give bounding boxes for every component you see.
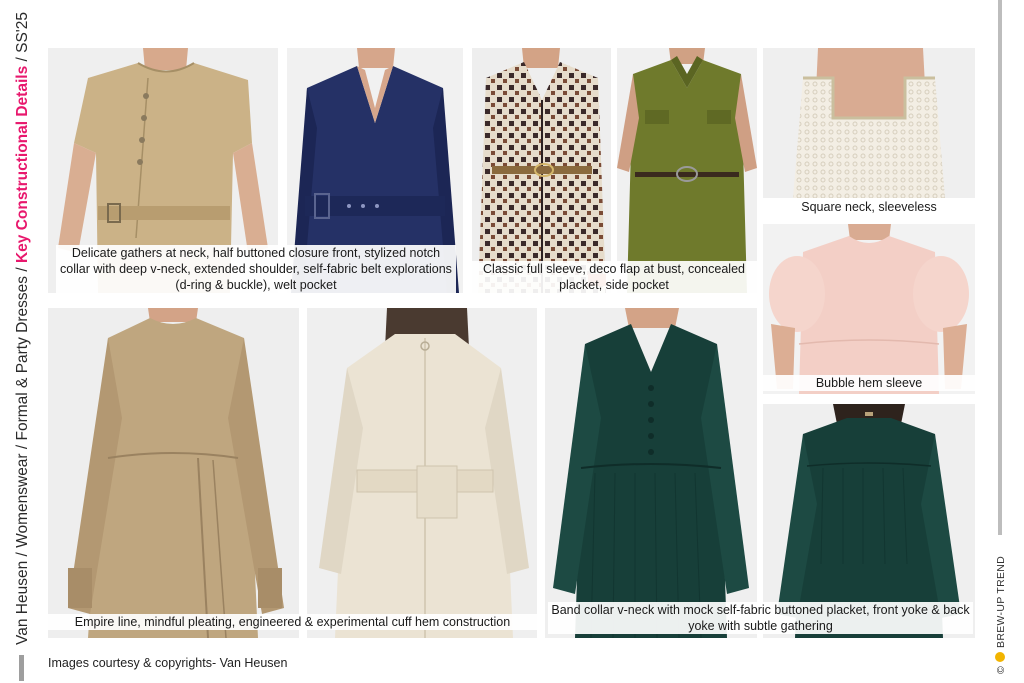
photo-olive-shirt-dress [617,48,757,293]
brand-name: BREW-UP TREND [995,555,1007,648]
title-season: / SS'25 [14,12,31,66]
brand-mark: © BREW-UP TREND [991,540,1011,674]
photo-print-shirt-dress [472,48,611,293]
photo-cream-back-view [307,308,537,638]
caption-empire-line: Empire line, mindful pleating, engineere… [48,614,537,630]
title-path: Van Heusen / Womenswear / Formal & Party… [14,263,31,645]
right-divider [998,0,1002,535]
photo-khaki-empire-dress [48,308,299,638]
vertical-title: Van Heusen / Womenswear / Formal & Party… [10,12,36,652]
caption-bubble-sleeve: Bubble hem sleeve [763,375,975,391]
brand-logo-icon [995,651,1006,662]
title-highlight: Key Constructional Details [14,65,31,264]
photo-blush-bubble-sleeve [763,224,975,394]
caption-gathers: Delicate gathers at neck, half buttoned … [56,245,456,293]
title-accent-bar [19,655,24,681]
caption-square-neck: Square neck, sleeveless [763,199,975,215]
copyright-symbol: © [995,665,1007,674]
image-credit: Images courtesy & copyrights- Van Heusen [48,656,288,670]
caption-band-collar: Band collar v-neck with mock self-fabric… [548,602,973,634]
photo-teal-band-collar-front [545,308,757,638]
caption-full-sleeve: Classic full sleeve, deco flap at bust, … [470,261,758,293]
photo-lace-square-neck [763,48,975,198]
